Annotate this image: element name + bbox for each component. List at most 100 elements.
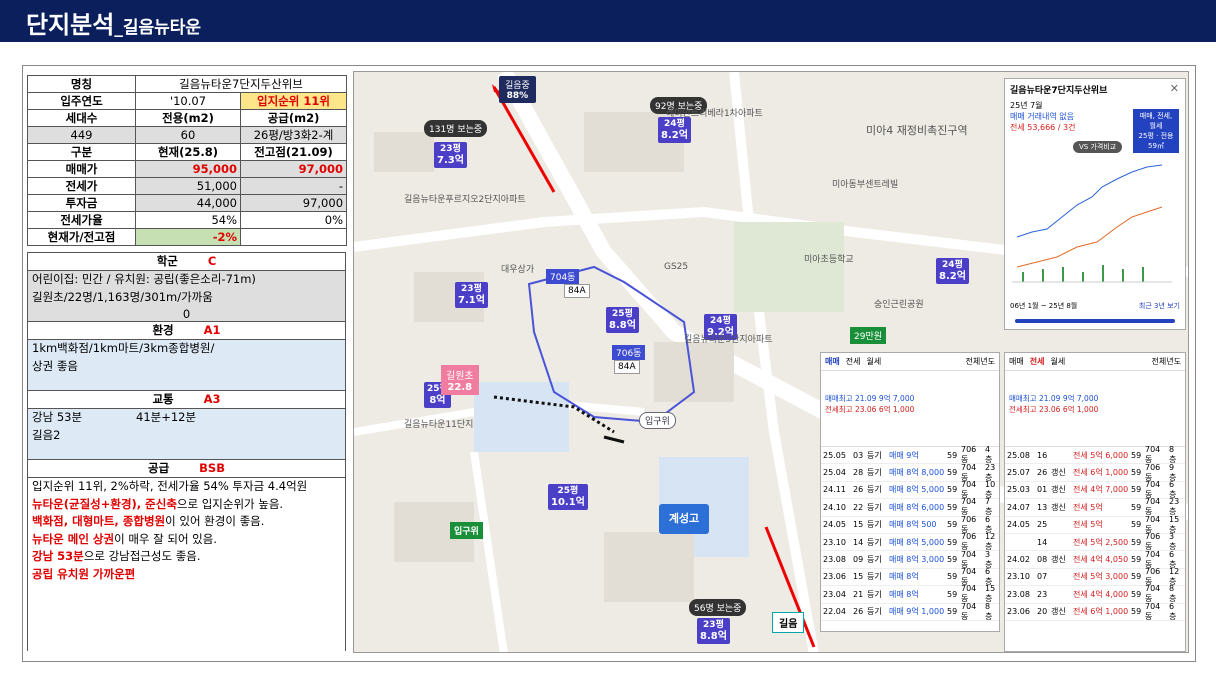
table-row[interactable]: 22.04 26 등기 매매 9억 1,000 59 704동 8층 bbox=[821, 601, 999, 621]
row-p: 매매 8억 bbox=[889, 572, 919, 582]
school-marker-value: 22.8 bbox=[447, 382, 473, 393]
row-p: 전세 6억 1,000 bbox=[1073, 607, 1129, 617]
row-n: 20 bbox=[1037, 607, 1048, 617]
close-icon[interactable]: ✕ bbox=[1170, 82, 1179, 95]
price-pin[interactable]: 23평 7.1억 bbox=[455, 282, 488, 308]
row-f: 59 bbox=[947, 537, 958, 547]
price-pin[interactable]: 25평 8.8억 bbox=[606, 307, 639, 333]
table-row[interactable]: 23.06 20 갱신 전세 6억 1,000 59 704동 6층 bbox=[1005, 601, 1185, 621]
year-select[interactable]: 전체년도 bbox=[966, 356, 995, 367]
entrance-marker[interactable]: 입구위 bbox=[639, 412, 676, 429]
row-t: 등기 bbox=[867, 589, 882, 599]
map-label: 길음뉴타운11단지 bbox=[404, 420, 474, 430]
vs-empty bbox=[239, 228, 348, 246]
row-p: 전세 5억 bbox=[1073, 520, 1103, 530]
compare-button[interactable]: VS 가격비교 bbox=[1073, 141, 1123, 153]
row-p: 매매 8억 500 bbox=[889, 520, 937, 530]
tab-jeonse[interactable]: 전세 bbox=[846, 356, 861, 367]
year-label: 입주연도 bbox=[27, 92, 136, 110]
building-label: 706동 bbox=[612, 345, 646, 360]
map-view[interactable]: 길음중 88% 131명 보는중 92명 보는중 56명 보는중 23평 7.3억 … bbox=[353, 71, 1189, 653]
row-f: 59 bbox=[947, 589, 958, 599]
recent-link[interactable]: 최근 3년 보기 bbox=[1139, 301, 1180, 311]
row-n: 21 bbox=[853, 589, 864, 599]
env-line: 1km백화점/1km마트/3km종합병원/ bbox=[32, 341, 215, 355]
supply-highlight: 뉴타운 메인 상권 bbox=[32, 531, 115, 546]
school-line: 어린이집: 민간 / 유치원: 공립(좋은소리-71m) bbox=[32, 272, 256, 286]
pin-size: 23평 bbox=[440, 144, 461, 154]
row-t: 등기 bbox=[867, 520, 882, 530]
price-pin[interactable]: 25평 10.1억 bbox=[548, 484, 588, 510]
env-label: 환경 bbox=[152, 323, 174, 337]
sale-history-panel[interactable]: 매매 전세 월세 전체년도 매매최고 21.09 9억 7,000 전세최고 23.06… bbox=[820, 352, 1000, 632]
row-f: 59 bbox=[1131, 537, 1142, 547]
pin-size: 25평 bbox=[612, 309, 633, 319]
high-school-marker[interactable]: 계성고 bbox=[659, 504, 709, 534]
supply-section-label: 공급 bbox=[148, 461, 170, 475]
row-b: 704동 bbox=[961, 601, 977, 621]
tab-sale[interactable]: 매매 bbox=[1009, 356, 1024, 367]
tab-jeonse[interactable]: 전세 bbox=[1030, 356, 1045, 367]
pin-price: 7.1억 bbox=[458, 295, 485, 306]
supply-line: 이 매우 잘 되어 있음. bbox=[114, 531, 217, 546]
row-n: 26 bbox=[1037, 468, 1048, 478]
row-t: 갱신 bbox=[1051, 607, 1066, 617]
env-section: 환경 A1 1km백화점/1km마트/3km종합병원/ 상권 좋음 bbox=[27, 321, 346, 391]
row-d: 25.03 bbox=[1007, 485, 1030, 495]
price-pin[interactable]: 24평 8.2억 bbox=[658, 117, 691, 143]
units-label: 세대수 bbox=[27, 109, 136, 127]
year-select[interactable]: 전체년도 bbox=[1152, 356, 1181, 367]
summary-table: 명칭 길음뉴타운7단지두산위브 입주연도 '10.07 입지순위 11위 세대수 전용(… bbox=[27, 75, 348, 246]
pin-size: 24평 bbox=[664, 119, 685, 129]
ratio-label: 전세가율 bbox=[27, 211, 136, 229]
jeonse-history-panel[interactable]: 매매 전세 월세 전체년도 매매최고 21.09 9억 7,000 전세최고 23.06… bbox=[1004, 352, 1186, 652]
row-n: 14 bbox=[853, 537, 864, 547]
price-chart-popup[interactable]: 길음뉴타운7단지두산위브 ✕ 25년 7월 매매 거래내역 없음 전세 53,6… bbox=[1004, 78, 1186, 330]
traffic-grade: A3 bbox=[203, 392, 221, 406]
div-label: 구분 bbox=[27, 143, 136, 161]
map-label: 대우상가 bbox=[501, 265, 535, 275]
row-f: 59 bbox=[947, 485, 958, 495]
traffic-detail: 41분+12분 bbox=[136, 410, 197, 424]
school-marker[interactable]: 길원초 22.8 bbox=[441, 365, 479, 395]
row-n: 25 bbox=[1037, 520, 1048, 530]
price-pin[interactable]: 23평 7.3억 bbox=[434, 142, 467, 168]
row-p: 전세 5억 3,000 bbox=[1073, 572, 1129, 582]
row-n: 14 bbox=[1037, 537, 1048, 547]
sale-peak: 매매최고 21.09 9억 7,000 bbox=[825, 394, 915, 403]
row-n: 28 bbox=[853, 468, 864, 478]
tab-monthly[interactable]: 월세 bbox=[866, 356, 881, 367]
row-p: 매매 8억 5,000 bbox=[889, 485, 945, 495]
vs-value: -2% bbox=[135, 228, 241, 246]
chart-filter-button[interactable]: 매매, 전세, 월세 25평 · 전용 59㎡ bbox=[1133, 109, 1179, 153]
jeonse-rows: 25.08 16 전세 5억 6,000 59 704동 8층 25.07 26 갱신 전세 6억… bbox=[1005, 445, 1185, 621]
pin-size: 25평 bbox=[557, 486, 579, 496]
rank-value: 입지순위 11위 bbox=[239, 92, 348, 110]
supply-line: 이 있어 환경이 좋음. bbox=[165, 514, 265, 528]
invest-peak: 97,000 bbox=[239, 194, 348, 212]
tab-monthly[interactable]: 월세 bbox=[1050, 356, 1065, 367]
price-pin[interactable]: 23평 8.8억 bbox=[697, 618, 730, 644]
row-f: 59 bbox=[947, 468, 958, 478]
station-badge[interactable]: 길음중 88% bbox=[499, 76, 536, 103]
row-f: 59 bbox=[1131, 555, 1142, 565]
row-t: 등기 bbox=[867, 468, 882, 478]
row-b: 704동 bbox=[1145, 601, 1161, 621]
kindergarten-marker[interactable]: 29만원 bbox=[850, 327, 887, 344]
school-grade: C bbox=[207, 254, 217, 268]
row-p: 매매 8억 5,000 bbox=[889, 537, 945, 547]
page-subtitle: _길음뉴타운 bbox=[114, 18, 202, 38]
price-pin[interactable]: 24평 8.2억 bbox=[936, 258, 969, 284]
row-d: 23.08 bbox=[823, 555, 846, 565]
supply-section: 공급 BSB 입지순위 11위, 2%하락, 전세가율 54% 투자금 4.4억원… bbox=[27, 459, 346, 651]
row-d: 25.08 bbox=[1007, 450, 1030, 460]
pin-price: 8.8억 bbox=[700, 631, 727, 642]
row-fl: 8층 bbox=[985, 601, 993, 621]
row-n: 08 bbox=[1037, 555, 1048, 565]
row-d: 24.05 bbox=[1007, 520, 1030, 530]
tab-sale[interactable]: 매매 bbox=[825, 356, 840, 367]
kindergarten-marker[interactable]: 입구위 bbox=[450, 522, 483, 539]
range-slider[interactable] bbox=[1015, 319, 1175, 323]
pin-size: 24평 bbox=[942, 260, 963, 270]
page-title: 단지분석 bbox=[26, 11, 115, 39]
